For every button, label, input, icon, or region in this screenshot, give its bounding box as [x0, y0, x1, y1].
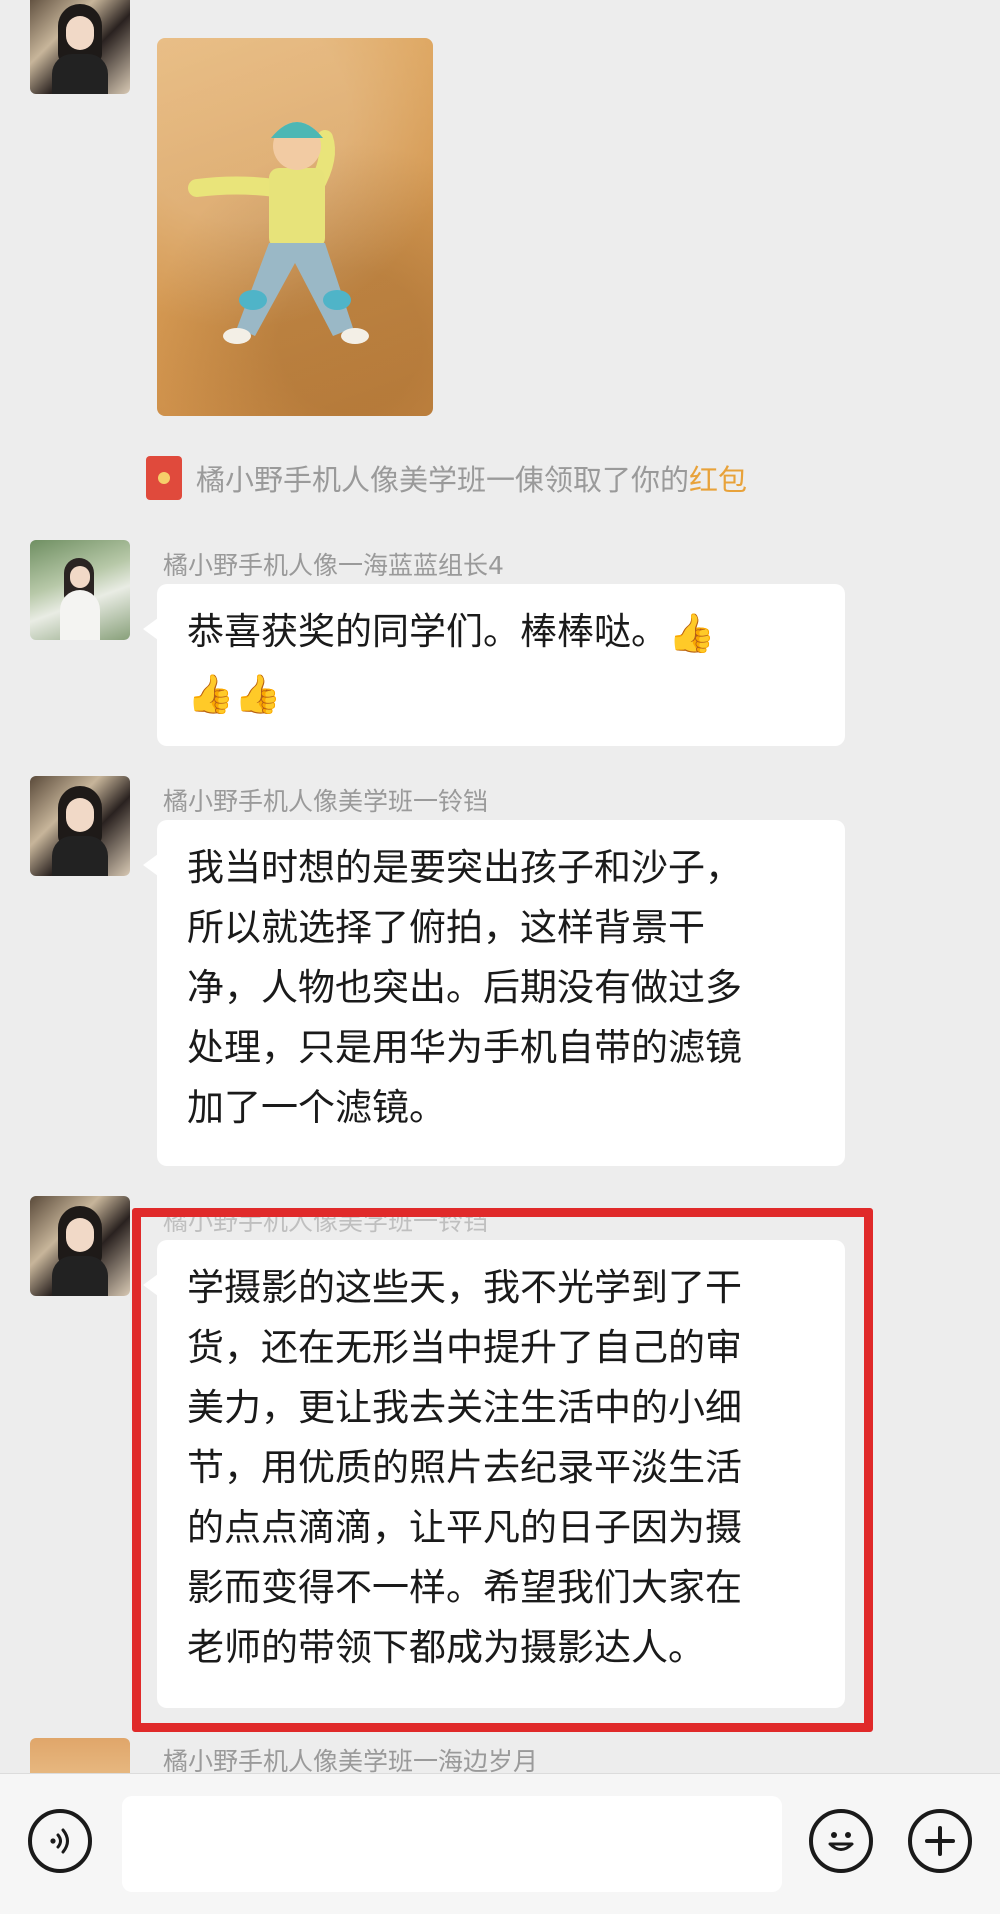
image-message[interactable]	[157, 38, 433, 416]
chat-area[interactable]: 橘小野手机人像美学班一倲领取了你的 红包 橘小野手机人像一海蓝蓝组长4 恭喜获奖的…	[0, 0, 1000, 1773]
red-packet-notice: 橘小野手机人像美学班一倲领取了你的 红包	[146, 456, 747, 500]
voice-icon	[50, 1828, 69, 1854]
message-line: 我当时想的是要突出孩子和沙子，	[187, 846, 742, 889]
sender-avatar[interactable]	[30, 1196, 130, 1296]
thumbs-up-emoji: 👍	[668, 611, 716, 655]
thumbs-up-emoji: 👍	[187, 672, 235, 716]
message-line: 所以就选择了俯拍，这样背景干	[187, 906, 705, 949]
message-text: 恭喜获奖的同学们。棒棒哒。	[187, 610, 668, 653]
plus-button[interactable]	[908, 1809, 972, 1873]
message-input[interactable]	[122, 1796, 782, 1892]
red-packet-link[interactable]: 红包	[689, 457, 747, 499]
message-line: 处理，只是用华为手机自带的滤镜	[187, 1026, 742, 1069]
sender-avatar[interactable]	[30, 540, 130, 640]
red-packet-icon	[146, 456, 182, 500]
message-bubble[interactable]: 恭喜获奖的同学们。棒棒哒。👍 👍👍	[143, 584, 845, 746]
notice-text: 橘小野手机人像美学班一倲领取了你的	[196, 463, 690, 497]
plus-icon	[925, 1826, 955, 1856]
sender-avatar[interactable]	[30, 1738, 130, 1773]
highlight-annotation	[132, 1208, 873, 1732]
emoji-icon	[828, 1832, 854, 1851]
sender-avatar[interactable]	[30, 0, 130, 94]
sender-avatar[interactable]	[30, 776, 130, 876]
sender-name: 橘小野手机人像美学班一海边岁月	[163, 1747, 539, 1773]
emoji-button[interactable]	[809, 1809, 873, 1873]
message-bubble[interactable]: 我当时想的是要突出孩子和沙子， 所以就选择了俯拍，这样背景干 净，人物也突出。后…	[143, 820, 845, 1166]
sender-name: 橘小野手机人像美学班一铃铛	[163, 787, 489, 816]
sender-name: 橘小野手机人像一海蓝蓝组长4	[163, 551, 504, 580]
voice-button[interactable]	[28, 1809, 92, 1873]
input-bar	[0, 1773, 1000, 1914]
thumbs-up-emoji: 👍	[234, 672, 282, 716]
message-line: 净，人物也突出。后期没有做过多	[187, 966, 742, 1009]
message-line: 加了一个滤镜。	[187, 1086, 446, 1129]
